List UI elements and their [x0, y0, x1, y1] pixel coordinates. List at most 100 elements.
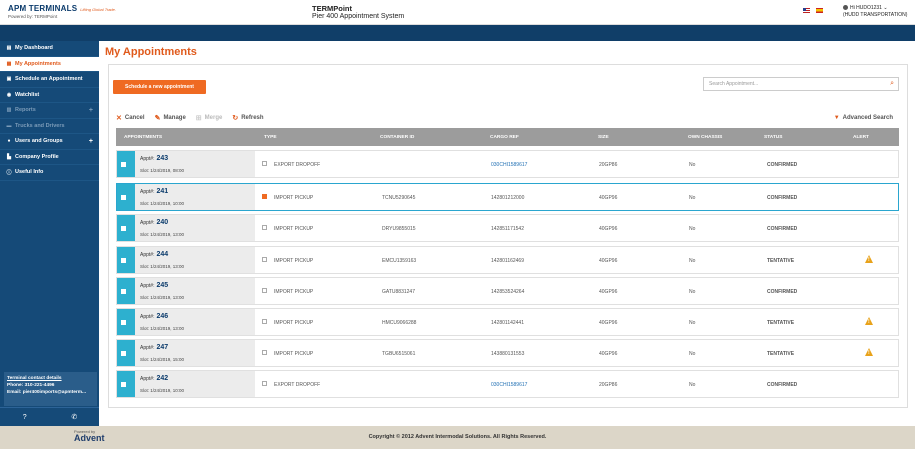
row-checkbox[interactable] — [121, 195, 126, 200]
advanced-search-button[interactable]: ▼ Advanced Search — [834, 115, 893, 121]
appt-prefix: Appt#: — [140, 189, 155, 195]
appt-no[interactable]: 242 — [156, 375, 168, 382]
row-select-strip[interactable] — [117, 247, 135, 273]
appt-no[interactable]: 247 — [156, 344, 168, 351]
type-checkbox[interactable] — [262, 257, 267, 262]
row-checkbox[interactable] — [121, 351, 126, 356]
type-checkbox[interactable] — [262, 288, 267, 293]
column-header[interactable]: ALERT — [853, 135, 869, 140]
type-checkbox[interactable] — [262, 350, 267, 355]
sidebar-item-trucks[interactable]: ▬ Trucks and Drivers — [0, 119, 99, 134]
table-row[interactable]: Appt#: 240 Slot: 1/24/2019, 13:00 IMPORT PI… — [116, 214, 899, 242]
appointment-number: Appt#: 242 — [140, 375, 168, 382]
appointment-slot: Slot: 1/24/2019, 10:00 — [140, 201, 185, 206]
refresh-button[interactable]: ↻ Refresh — [232, 114, 263, 122]
appt-no[interactable]: 244 — [156, 251, 168, 258]
merge-label: Merge — [204, 115, 223, 121]
table-row[interactable]: Appt#: 244 Slot: 1/24/2019, 13:00 IMPORT PI… — [116, 246, 899, 274]
size-cell: 40GP96 — [599, 351, 618, 357]
appt-no[interactable]: 243 — [156, 155, 168, 162]
table-row[interactable]: Appt#: 241 Slot: 1/24/2019, 10:00 IMPORT PI… — [116, 183, 899, 211]
search-input[interactable]: Search Appointment... ⌕ — [703, 77, 899, 91]
expand-plus-icon[interactable]: + — [89, 107, 93, 114]
table-row[interactable]: Appt#: 242 Slot: 1/24/2019, 10:00 EXPORT DR… — [116, 370, 899, 398]
row-checkbox[interactable] — [121, 258, 126, 263]
sidebar-item-reports[interactable]: ▥ Reports + — [0, 103, 99, 119]
appt-no[interactable]: 240 — [156, 219, 168, 226]
type-checkbox[interactable] — [262, 161, 267, 166]
phone-icon[interactable]: ✆ — [50, 408, 100, 426]
us-flag-icon[interactable] — [803, 8, 810, 13]
manage-button[interactable]: ✎ Manage — [155, 114, 186, 122]
size-cell: 40GP96 — [599, 226, 618, 232]
sidebar-item-useful-info[interactable]: ⓘ Useful Info — [0, 165, 99, 181]
column-header[interactable]: SIZE — [598, 135, 609, 140]
column-header[interactable]: CONTAINER ID — [380, 135, 414, 140]
contact-email[interactable]: Email: pier400imports@apmterm... — [7, 390, 86, 395]
column-header[interactable]: TYPE — [264, 135, 277, 140]
appointment-cell[interactable]: Appt#: 241 Slot: 1/24/2019, 10:00 — [135, 184, 255, 210]
expand-plus-icon[interactable]: + — [89, 138, 93, 145]
table-row[interactable]: Appt#: 246 Slot: 1/24/2019, 13:00 IMPORT PI… — [116, 308, 899, 336]
cargo-ref-cell: 142853524264 — [491, 289, 525, 295]
sidebar-item-label: Reports — [15, 107, 36, 114]
row-checkbox[interactable] — [121, 289, 126, 294]
sidebar-item-watchlist[interactable]: ◉ Watchlist — [0, 88, 99, 103]
appointment-cell[interactable]: Appt#: 244 Slot: 1/24/2019, 13:00 — [135, 247, 255, 273]
sidebar-item-my-appointments[interactable]: ▦ My Appointments — [0, 56, 99, 72]
status-badge: CONFIRMED — [767, 226, 798, 232]
type-checkbox[interactable] — [262, 225, 267, 230]
appointment-cell[interactable]: Appt#: 243 Slot: 1/24/2019, 08:00 — [135, 151, 255, 177]
spain-flag-icon[interactable] — [816, 8, 823, 13]
column-header[interactable]: STATUS — [764, 135, 782, 140]
contact-title[interactable]: Terminal contact details — [7, 375, 94, 382]
apm-logo[interactable]: APM TERMINALS Lifting Global Trade. Power… — [8, 4, 116, 19]
row-select-strip[interactable] — [117, 151, 135, 177]
appointment-cell[interactable]: Appt#: 245 Slot: 1/24/2019, 13:00 — [135, 278, 255, 304]
help-icon[interactable]: ? — [0, 408, 50, 426]
appointment-cell[interactable]: Appt#: 247 Slot: 1/24/2019, 15:00 — [135, 340, 255, 366]
type-checkbox[interactable] — [262, 381, 267, 386]
cargo-ref-cell[interactable]: 030CHI1589617 — [491, 382, 527, 388]
row-select-strip[interactable] — [117, 340, 135, 366]
table-row[interactable]: Appt#: 243 Slot: 1/24/2019, 08:00 EXPORT DR… — [116, 150, 899, 178]
row-select-strip[interactable] — [117, 309, 135, 335]
type-cell: IMPORT PICKUP — [274, 258, 314, 264]
calendar-icon: ▦ — [6, 60, 12, 67]
row-select-strip[interactable] — [117, 215, 135, 241]
table-row[interactable]: Appt#: 247 Slot: 1/24/2019, 15:00 IMPORT PI… — [116, 339, 899, 367]
row-checkbox[interactable] — [121, 162, 126, 167]
merge-button[interactable]: ⊞ Merge — [196, 114, 223, 122]
app-title-main: TERMPoint — [312, 4, 352, 13]
appt-no[interactable]: 241 — [156, 188, 168, 195]
row-checkbox[interactable] — [121, 226, 126, 231]
column-header[interactable]: OWN CHASSIS — [688, 135, 722, 140]
appt-no[interactable]: 245 — [156, 282, 168, 289]
table-row[interactable]: Appt#: 245 Slot: 1/24/2019, 13:00 IMPORT PI… — [116, 277, 899, 305]
sidebar-item-schedule[interactable]: ▣ Schedule an Appointment — [0, 72, 99, 88]
cancel-button[interactable]: ✕ Cancel — [116, 114, 145, 122]
sidebar-item-company[interactable]: ▙ Company Profile — [0, 150, 99, 165]
type-checkbox[interactable] — [262, 319, 267, 324]
advanced-search-label: Advanced Search — [842, 115, 893, 121]
column-header[interactable]: CARGO REF — [490, 135, 519, 140]
row-select-strip[interactable] — [117, 371, 135, 397]
column-header[interactable]: APPOINTMENTS — [124, 135, 162, 140]
appointment-cell[interactable]: Appt#: 242 Slot: 1/24/2019, 10:00 — [135, 371, 255, 397]
appt-no[interactable]: 246 — [156, 313, 168, 320]
sidebar-item-users[interactable]: ● Users and Groups + — [0, 134, 99, 150]
row-checkbox[interactable] — [121, 320, 126, 325]
row-checkbox[interactable] — [121, 382, 126, 387]
page-title: My Appointments — [105, 46, 197, 58]
user-menu[interactable]: Hi HUDO1231 ⌄ (HUDD TRANSPORTATION) — [843, 5, 907, 19]
appointment-cell[interactable]: Appt#: 240 Slot: 1/24/2019, 13:00 — [135, 215, 255, 241]
cargo-ref-cell[interactable]: 030CHI1589617 — [491, 162, 527, 168]
sidebar-item-dashboard[interactable]: ▤ My Dashboard — [0, 41, 99, 57]
row-select-strip[interactable] — [117, 184, 135, 210]
appointment-number: Appt#: 243 — [140, 155, 168, 162]
search-icon[interactable]: ⌕ — [890, 80, 894, 88]
type-checkbox[interactable] — [262, 194, 267, 199]
schedule-appointment-button[interactable]: Schedule a new appointment — [113, 80, 206, 94]
row-select-strip[interactable] — [117, 278, 135, 304]
appointment-cell[interactable]: Appt#: 246 Slot: 1/24/2019, 13:00 — [135, 309, 255, 335]
